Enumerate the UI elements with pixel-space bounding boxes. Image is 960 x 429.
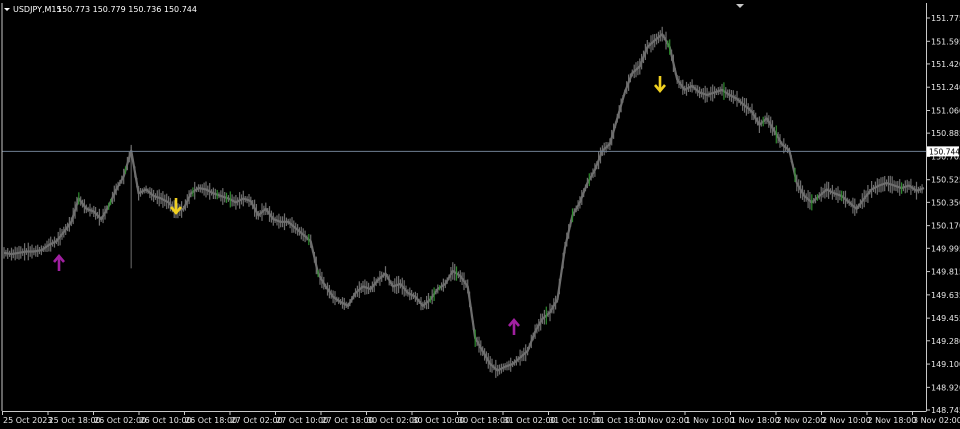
y-tick-label: 151.060: [931, 107, 960, 116]
x-tick-label: 31 Oct 10:00: [549, 416, 601, 425]
chart-window[interactable]: USDJPY,M15 150.773 150.779 150.736 150.7…: [0, 0, 960, 429]
x-tick-label: 27 Oct 10:00: [276, 416, 328, 425]
price-chart[interactable]: USDJPY,M15 150.773 150.779 150.736 150.7…: [0, 0, 960, 429]
y-tick-label: 149.455: [931, 314, 960, 323]
x-tick-label: 1 Nov 18:00: [731, 416, 780, 425]
axes-frame: [1, 3, 927, 412]
x-tick-label: 26 Oct 10:00: [140, 416, 192, 425]
x-tick-label: 25 Oct 18:00: [49, 416, 101, 425]
y-tick-label: 149.100: [931, 360, 960, 369]
y-tick-label: 150.885: [931, 129, 960, 138]
x-tick-label: 26 Oct 18:00: [185, 416, 237, 425]
symbol-label: USDJPY,M15: [13, 5, 62, 14]
x-tick-label: 31 Oct 18:00: [595, 416, 647, 425]
y-axis: 151.775 151.595 151.420 151.240 151.060 150.8…: [926, 14, 960, 415]
x-tick-label: 25 Oct 2023: [3, 416, 52, 425]
y-tick-label: 149.995: [931, 244, 960, 253]
y-tick-label: 148.920: [931, 383, 960, 392]
x-tick-label: 2 Nov 10:00: [822, 416, 871, 425]
x-tick-label: 1 Nov 10:00: [686, 416, 735, 425]
y-tick-label: 151.420: [931, 60, 960, 69]
x-tick-label: 31 Oct 02:00: [504, 416, 556, 425]
y-tick-label: 149.635: [931, 291, 960, 300]
x-tick-label: 26 Oct 02:00: [94, 416, 146, 425]
ohlc-readout: 150.773 150.779 150.736 150.744: [57, 5, 197, 14]
price-series: [3, 26, 925, 378]
x-tick-label: 30 Oct 10:00: [413, 416, 465, 425]
sell-arrow-icon: [654, 76, 666, 94]
buy-arrow-icon: [508, 317, 520, 335]
x-tick-label: 27 Oct 18:00: [322, 416, 374, 425]
x-tick-label: 27 Oct 02:00: [231, 416, 283, 425]
y-tick-label: 148.745: [931, 406, 960, 415]
y-tick-label: 151.775: [931, 14, 960, 23]
price-line: [3, 33, 925, 372]
chart-header: USDJPY,M15 150.773 150.779 150.736 150.7…: [4, 5, 197, 14]
y-tick-label: 150.525: [931, 176, 960, 185]
x-axis: 25 Oct 202325 Oct 18:0026 Oct 02:0026 Oc…: [2, 411, 960, 425]
y-tick-label: 149.280: [931, 337, 960, 346]
x-tick-label: 2 Nov 18:00: [868, 416, 917, 425]
scroll-marker-icon[interactable]: [736, 4, 744, 8]
y-tick-label: 151.240: [931, 83, 960, 92]
x-tick-label: 1 Nov 02:00: [640, 416, 689, 425]
y-tick-label: 151.595: [931, 37, 960, 46]
current-price-tag: 150.744: [927, 146, 960, 157]
y-tick-label: 149.815: [931, 268, 960, 277]
x-tick-label: 3 Nov 02:00: [913, 416, 960, 425]
x-tick-label: 30 Oct 18:00: [458, 416, 510, 425]
current-price-label: 150.744: [929, 147, 960, 156]
y-tick-label: 150.170: [931, 222, 960, 231]
buy-arrow-icon: [53, 253, 65, 271]
y-tick-label: 150.350: [931, 198, 960, 207]
x-tick-label: 2 Nov 02:00: [777, 416, 826, 425]
menu-triangle-icon[interactable]: [4, 8, 10, 11]
x-tick-label: 30 Oct 02:00: [367, 416, 419, 425]
